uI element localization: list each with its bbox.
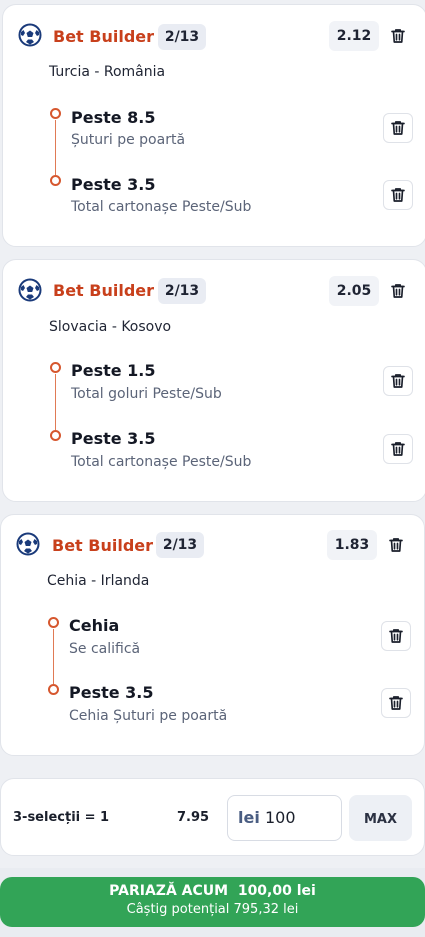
trash-icon [389,696,403,710]
trash-icon [391,29,405,43]
trash-icon [389,629,403,643]
bet-builder-title: Bet Builder [53,281,155,300]
selection-dot [50,175,61,186]
selection-market: Se califică [69,641,141,657]
delete-selection-button[interactable] [383,434,413,464]
football-icon [16,532,40,556]
match-name: Cehia - Irlanda [47,573,150,589]
place-bet-button[interactable]: PARIAZĂ ACUM 100,00 lei Câștig potențial… [0,877,425,927]
football-icon [18,23,42,47]
selection-market: Total goluri Peste/Sub [71,386,222,402]
trash-icon [391,121,405,135]
delete-bet-button[interactable] [381,530,411,560]
selection-dot [50,108,61,119]
total-odds: 7.95 [177,810,210,825]
selection-connector [55,120,56,175]
trash-icon [391,374,405,388]
delete-selection-button[interactable] [381,621,411,651]
selection-name: Peste 3.5 [71,175,156,194]
selection-market: Șuturi pe poartă [71,132,186,148]
selection-dot [50,430,61,441]
delete-selection-button[interactable] [383,366,413,396]
selection-market: Cehia Șuturi pe poartă [69,708,228,724]
selection-name: Peste 3.5 [71,429,156,448]
bet-card: Bet Builder 2/13 2.12 Turcia - România P… [2,4,425,247]
place-bet-amount: 100,00 lei [237,883,316,899]
selection-dot [48,617,59,628]
currency-label: lei [238,808,260,827]
bet-builder-title: Bet Builder [52,536,154,555]
max-label: MAX [363,812,398,827]
football-icon [18,278,42,302]
selection-dot [50,362,61,373]
selection-count-badge: 2/13 [158,24,206,50]
odds-badge: 1.83 [327,530,377,560]
trash-icon [391,284,405,298]
bet-card: Bet Builder 2/13 1.83 Cehia - Irlanda Ce… [0,514,425,756]
delete-bet-button[interactable] [383,276,413,306]
selection-name: Peste 1.5 [71,361,156,380]
stake-amount: 100 [265,808,296,827]
match-name: Turcia - România [49,64,166,80]
delete-bet-button[interactable] [383,21,413,51]
selection-market: Total cartonașe Peste/Sub [71,199,252,215]
selection-connector [55,374,56,430]
selection-dot [48,684,59,695]
place-bet-label: PARIAZĂ ACUM [109,883,229,899]
bet-builder-title: Bet Builder [53,27,155,46]
selection-market: Total cartonașe Peste/Sub [71,454,252,470]
odds-badge: 2.05 [329,276,379,306]
selection-count-badge: 2/13 [158,278,206,304]
delete-selection-button[interactable] [383,180,413,210]
odds-badge: 2.12 [329,21,379,51]
selection-name: Peste 3.5 [69,683,154,702]
selection-name: Peste 8.5 [71,108,156,127]
selection-name: Cehia [69,616,120,635]
trash-icon [391,188,405,202]
combination-label: 3-selecții = 1 [13,810,110,825]
match-name: Slovacia - Kosovo [49,319,172,335]
bet-card: Bet Builder 2/13 2.05 Slovacia - Kosovo … [2,259,425,502]
selection-count-badge: 2/13 [156,532,204,558]
delete-selection-button[interactable] [381,688,411,718]
trash-icon [391,442,405,456]
delete-selection-button[interactable] [383,113,413,143]
trash-icon [389,538,403,552]
max-stake-button[interactable]: MAX [349,795,412,841]
stake-input[interactable]: lei 100 [227,795,342,841]
selection-connector [53,629,54,684]
potential-win: Câștig potențial 795,32 lei [126,902,299,917]
stake-panel: 3-selecții = 1 7.95 lei 100 MAX [0,778,425,856]
